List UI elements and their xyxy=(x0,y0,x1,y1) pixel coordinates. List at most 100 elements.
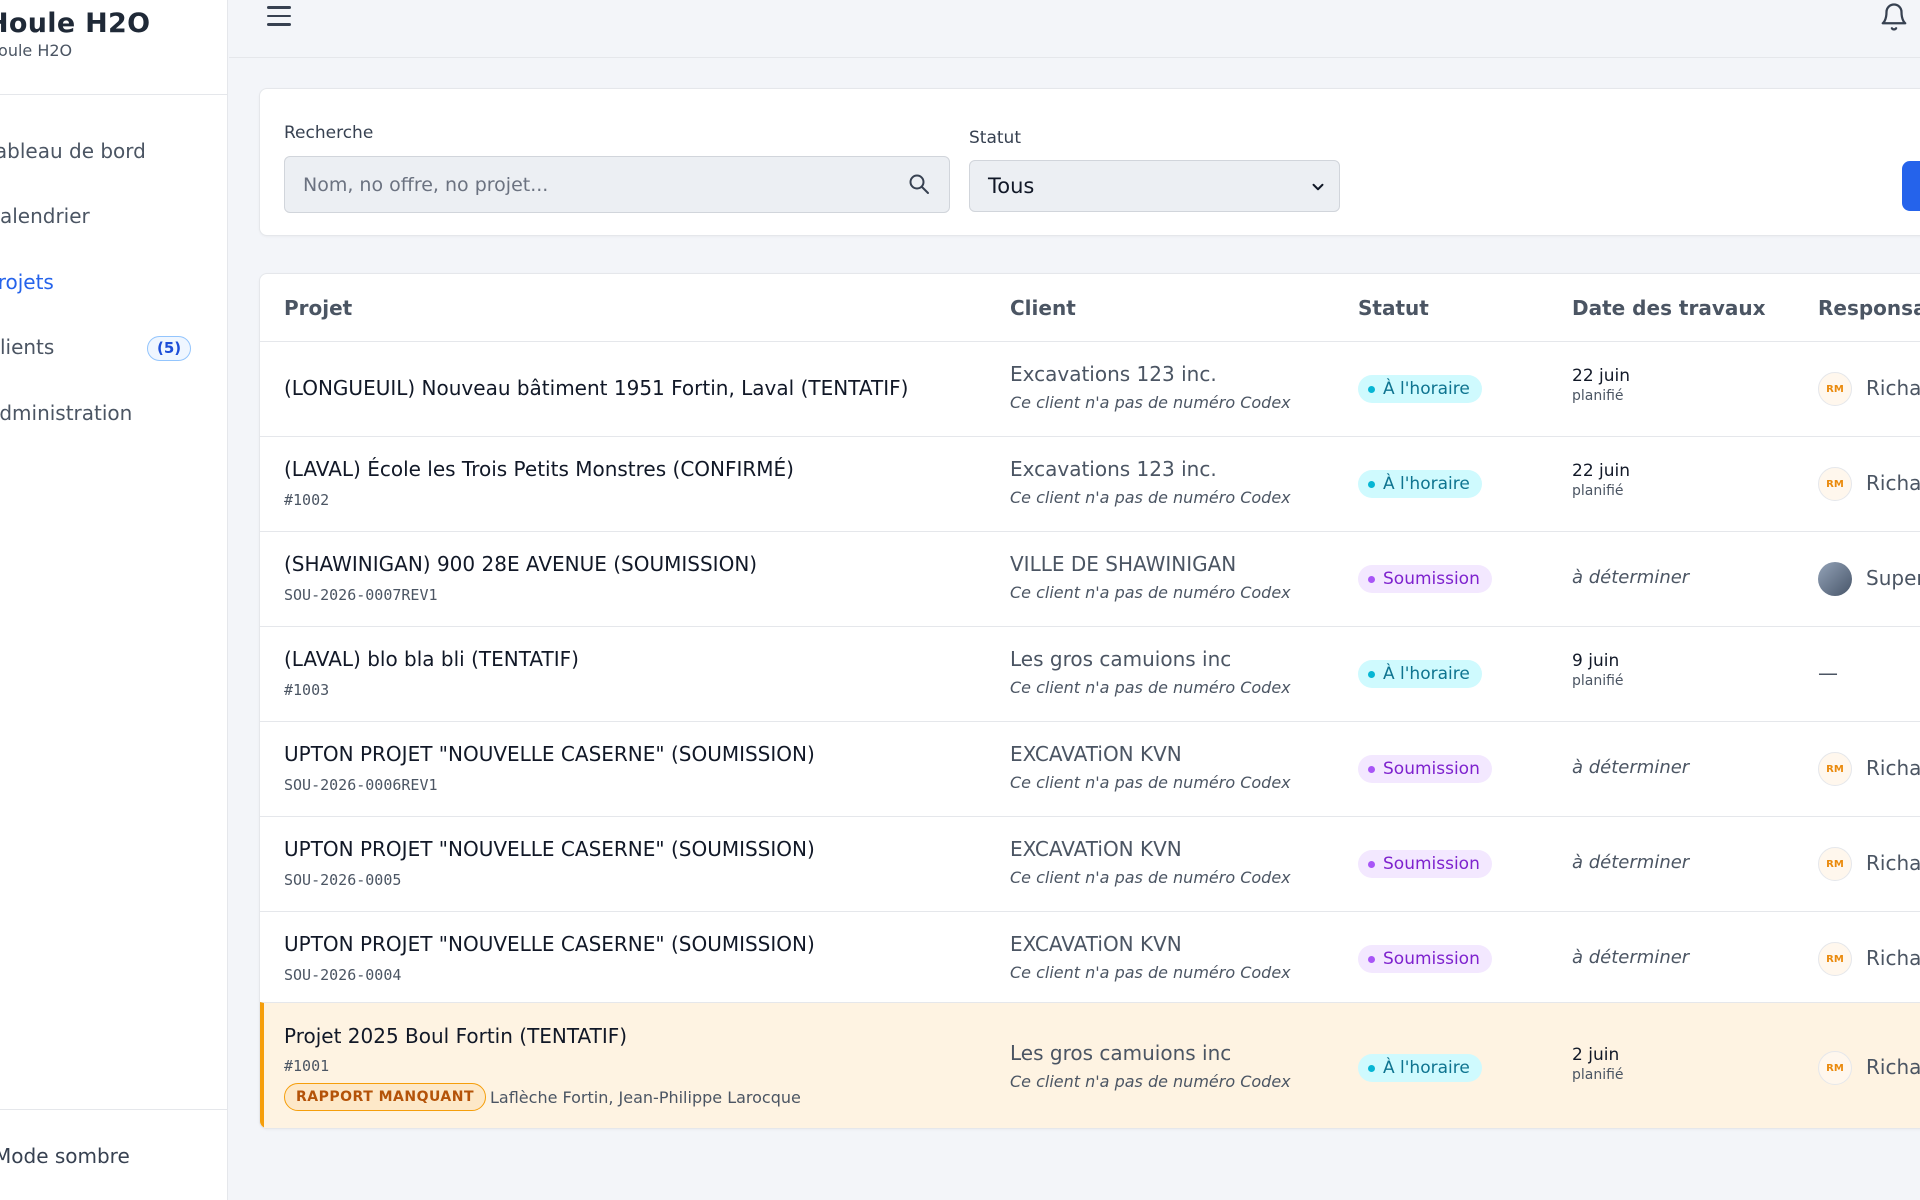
date-status: planifié xyxy=(1572,483,1624,499)
filter-panel: Recherche Statut Tous xyxy=(259,88,1920,236)
projects-table: Projet Client Statut Date des travaux Re… xyxy=(259,273,1920,1129)
project-name: (SHAWINIGAN) 900 28E AVENUE (SOUMISSION) xyxy=(284,552,758,576)
warning-text: RAPPORT MANQUANT xyxy=(284,1083,487,1111)
work-date: à déterminer xyxy=(1572,947,1690,968)
work-date: à déterminer xyxy=(1572,567,1690,588)
client-name: Les gros camuions inc xyxy=(1010,1041,1232,1065)
client-note: Ce client n'a pas de numéro Codex xyxy=(1010,963,1291,982)
status-badge: À l'horaire xyxy=(1358,375,1482,403)
chevron-down-icon xyxy=(1309,178,1327,200)
app-title: Houle H2O xyxy=(0,8,151,39)
team-members: Laflèche Fortin, Jean-Philippe Larocque xyxy=(490,1088,801,1107)
client-note: Ce client n'a pas de numéro Codex xyxy=(1010,393,1291,412)
avatar: RM xyxy=(1818,372,1852,406)
sidebar: Houle H2O Houle H2O Tableau de bord Cale… xyxy=(0,0,228,1200)
table-row[interactable]: (LAVAL) blo bla bli (TENTATIF) #1003 Les… xyxy=(260,626,1920,721)
status-badge: À l'horaire xyxy=(1358,660,1482,688)
dark-mode-toggle[interactable]: Mode sombre xyxy=(0,1144,130,1168)
status-select-value: Tous xyxy=(988,174,1035,198)
column-header-responsable[interactable]: Responsable xyxy=(1818,296,1920,320)
avatar: RM xyxy=(1818,752,1852,786)
client-name: EXCAVATiON KVN xyxy=(1010,837,1182,861)
new-project-button[interactable] xyxy=(1902,161,1920,211)
column-header-projet[interactable]: Projet xyxy=(284,296,352,320)
sidebar-item-label: Tableau de bord xyxy=(0,138,146,163)
date-status: planifié xyxy=(1572,1067,1624,1083)
sidebar-item-clients[interactable]: Clients (5) xyxy=(0,315,227,381)
sidebar-nav: Tableau de bord Calendrier Projets Clien… xyxy=(0,118,227,446)
table-row[interactable]: UPTON PROJET "NOUVELLE CASERNE" (SOUMISS… xyxy=(260,911,1920,1006)
project-name: UPTON PROJET "NOUVELLE CASERNE" (SOUMISS… xyxy=(284,742,815,766)
sidebar-item-calendrier[interactable]: Calendrier xyxy=(0,184,227,250)
sidebar-item-tableau-de-bord[interactable]: Tableau de bord xyxy=(0,118,227,184)
status-text: À l'horaire xyxy=(1383,664,1470,684)
avatar xyxy=(1818,562,1852,596)
responsible-name: Richard xyxy=(1866,471,1920,495)
table-row[interactable]: Projet 2025 Boul Fortin (TENTATIF) #1001… xyxy=(260,1002,1920,1128)
avatar: RM xyxy=(1818,847,1852,881)
project-name: Projet 2025 Boul Fortin (TENTATIF) xyxy=(284,1024,628,1048)
avatar: RM xyxy=(1818,942,1852,976)
app-subtitle: Houle H2O xyxy=(0,41,73,60)
client-note: Ce client n'a pas de numéro Codex xyxy=(1010,678,1291,697)
status-text: Soumission xyxy=(1383,569,1480,589)
bell-icon[interactable] xyxy=(1879,2,1909,36)
project-name: (LAVAL) blo bla bli (TENTATIF) xyxy=(284,647,579,671)
column-header-statut[interactable]: Statut xyxy=(1358,296,1429,320)
sidebar-item-label: Administration xyxy=(0,400,133,425)
search-icon[interactable] xyxy=(907,172,931,200)
responsible-name: Richard xyxy=(1866,376,1920,400)
client-name: Les gros camuions inc xyxy=(1010,647,1232,671)
status-dot xyxy=(1368,1064,1375,1072)
responsible-name: Richard xyxy=(1866,1055,1920,1079)
brand: Houle H2O Houle H2O xyxy=(0,8,150,60)
table-row[interactable]: (LAVAL) École les Trois Petits Monstres … xyxy=(260,436,1920,531)
project-name: UPTON PROJET "NOUVELLE CASERNE" (SOUMISS… xyxy=(284,837,815,861)
search-field xyxy=(284,156,950,213)
sidebar-divider xyxy=(0,1109,227,1110)
sidebar-item-label: Calendrier xyxy=(0,204,90,229)
top-bar xyxy=(229,0,1920,58)
work-date: 9 juin planifié xyxy=(1572,651,1624,689)
work-date: à déterminer xyxy=(1572,757,1690,778)
column-header-client[interactable]: Client xyxy=(1010,296,1076,320)
status-select[interactable]: Tous xyxy=(969,160,1340,212)
client-note: Ce client n'a pas de numéro Codex xyxy=(1010,1072,1291,1091)
responsible-name: — xyxy=(1818,661,1838,685)
table-row[interactable]: (SHAWINIGAN) 900 28E AVENUE (SOUMISSION)… xyxy=(260,531,1920,626)
count-badge: (5) xyxy=(147,335,192,361)
date-status: planifié xyxy=(1572,673,1624,689)
client-name: EXCAVATiON KVN xyxy=(1010,742,1182,766)
status-badge: Soumission xyxy=(1358,850,1492,878)
column-header-date[interactable]: Date des travaux xyxy=(1572,296,1766,320)
status-text: À l'horaire xyxy=(1383,379,1470,399)
date-status: planifié xyxy=(1572,388,1624,404)
status-label: Statut xyxy=(969,128,1021,148)
table-row[interactable]: UPTON PROJET "NOUVELLE CASERNE" (SOUMISS… xyxy=(260,721,1920,816)
responsible-name: Super xyxy=(1866,566,1920,590)
project-code: SOU-2026-0006REV1 xyxy=(284,776,438,794)
hamburger-icon[interactable] xyxy=(267,6,291,28)
responsible-name: Richard xyxy=(1866,946,1920,970)
status-badge: Soumission xyxy=(1358,565,1492,593)
client-name: EXCAVATiON KVN xyxy=(1010,932,1182,956)
project-code: #1003 xyxy=(284,681,330,699)
sidebar-item-administration[interactable]: Administration xyxy=(0,380,227,446)
status-dot xyxy=(1368,955,1375,963)
status-badge: À l'horaire xyxy=(1358,470,1482,498)
project-code: #1001 xyxy=(284,1057,330,1075)
status-dot xyxy=(1368,765,1375,773)
sidebar-divider xyxy=(0,94,227,95)
sidebar-item-projets[interactable]: Projets xyxy=(0,249,227,315)
table-row[interactable]: UPTON PROJET "NOUVELLE CASERNE" (SOUMISS… xyxy=(260,816,1920,911)
status-badge: Soumission xyxy=(1358,755,1492,783)
status-dot xyxy=(1368,480,1375,488)
work-date: 22 juin planifié xyxy=(1572,366,1630,404)
project-code: #1002 xyxy=(284,491,330,509)
avatar: RM xyxy=(1818,467,1852,501)
search-input[interactable] xyxy=(285,157,949,212)
status-text: À l'horaire xyxy=(1383,1058,1470,1078)
client-name: Excavations 123 inc. xyxy=(1010,457,1217,481)
table-row[interactable]: (LONGUEUIL) Nouveau bâtiment 1951 Fortin… xyxy=(260,341,1920,436)
project-name: (LONGUEUIL) Nouveau bâtiment 1951 Fortin… xyxy=(284,376,909,400)
